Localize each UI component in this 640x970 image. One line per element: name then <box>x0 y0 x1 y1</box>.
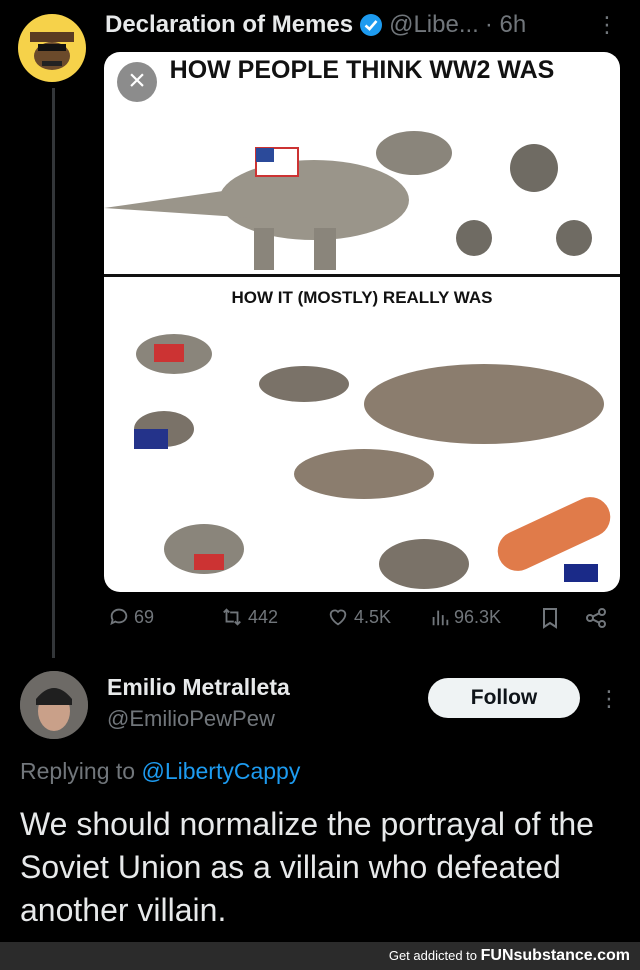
post-header: Declaration of Memes @Libe... · 6h <box>105 10 526 40</box>
bookmark-icon <box>543 608 557 629</box>
footer-brand: FUNsubstance.com <box>480 947 630 964</box>
meme-title-bottom: HOW IT (MOSTLY) REALLY WAS <box>231 288 493 307</box>
big-dinosaur-illustration <box>104 131 592 270</box>
reply-author-handle[interactable]: @EmilioPewPew <box>107 706 275 732</box>
verified-badge-icon <box>359 13 383 37</box>
author-handle[interactable]: @Libe... <box>389 11 479 39</box>
bookmark-action[interactable] <box>540 606 564 630</box>
replying-to-label: Replying to <box>20 758 136 784</box>
share-icon <box>586 608 606 628</box>
reply-action[interactable]: 69 <box>108 606 154 628</box>
views-count: 96.3K <box>454 606 502 627</box>
like-action[interactable]: 4.5K <box>326 606 391 628</box>
reply-author-name[interactable]: Emilio Metralleta <box>107 674 290 701</box>
replying-to-mention-link[interactable]: @LibertyCappy <box>141 758 300 784</box>
reply-author-avatar[interactable] <box>20 671 88 739</box>
post-media-image[interactable]: HOW PEOPLE THINK WW2 WAS HOW IT (MOSTLY)… <box>104 52 620 592</box>
thread-line <box>52 88 55 658</box>
close-media-button[interactable]: × <box>117 62 157 102</box>
repost-count: 442 <box>248 606 279 627</box>
replying-to-line: Replying to @LibertyCappy <box>20 758 300 785</box>
views-action[interactable]: 96.3K <box>430 606 501 628</box>
many-dinosaurs-illustration <box>134 334 611 589</box>
author-name[interactable]: Declaration of Memes <box>105 11 353 39</box>
reply-body-text: We should normalize the portrayal of the… <box>20 806 594 928</box>
share-action[interactable] <box>584 606 612 630</box>
post-actions-bar: 69 442 4.5K 96.3K <box>104 606 620 638</box>
meme-title-top: HOW PEOPLE THINK WW2 WAS <box>169 56 555 84</box>
reply-icon <box>110 608 128 626</box>
post-time[interactable]: · 6h <box>485 11 526 39</box>
reply-more-options-icon[interactable]: ⋮ <box>598 686 620 712</box>
author-avatar[interactable] <box>18 14 86 82</box>
repost-action[interactable]: 442 <box>220 606 278 628</box>
views-chart-icon <box>432 610 449 626</box>
footer-prefix: Get addicted to <box>388 948 477 963</box>
watermark-footer: Get addicted to FUNsubstance.com <box>0 942 640 970</box>
meme-divider <box>104 274 620 277</box>
like-count: 4.5K <box>354 606 392 627</box>
more-options-icon[interactable]: ⋮ <box>596 12 618 38</box>
repost-icon <box>223 608 241 626</box>
reply-count: 69 <box>134 606 155 627</box>
heart-icon <box>329 609 347 626</box>
follow-button[interactable]: Follow <box>428 678 580 718</box>
